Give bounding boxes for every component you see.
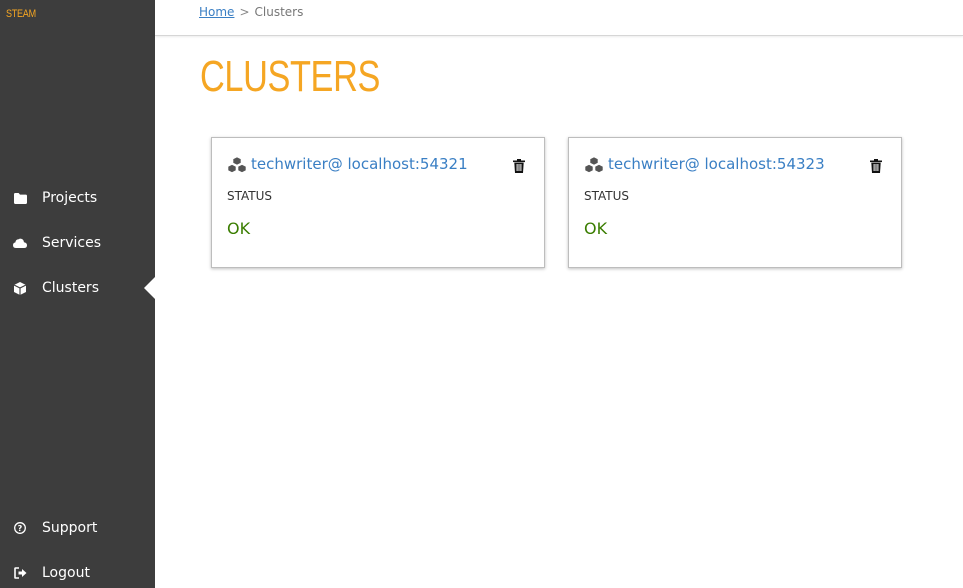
breadcrumb-separator: > [239,5,250,19]
cubes-icon [584,156,604,173]
trash-icon[interactable] [870,158,882,173]
cubes-icon [227,156,247,173]
sidebar-item-projects[interactable]: Projects [0,184,155,212]
question-circle-icon: ? [13,521,27,535]
sidebar-item-label: Projects [42,190,98,206]
app-logo[interactable]: STEAM [6,8,36,20]
breadcrumb: Home > Clusters [199,5,303,19]
cluster-card: techwriter@ localhost:54323 STATUS OK [568,137,902,268]
cluster-name-link[interactable]: techwriter@ localhost:54323 [608,155,825,173]
breadcrumb-home-link[interactable]: Home [199,5,234,19]
sidebar-item-label: Clusters [42,280,99,296]
folder-icon [13,191,27,205]
trash-icon[interactable] [513,158,525,173]
cluster-name-link[interactable]: techwriter@ localhost:54321 [251,155,468,173]
sidebar-item-services[interactable]: Services [0,229,155,257]
sidebar: STEAM Projects Services Clusters ? Suppo… [0,0,155,588]
sidebar-item-support[interactable]: ? Support [0,514,155,542]
svg-text:?: ? [18,524,23,533]
status-label: STATUS [227,189,273,203]
sidebar-item-logout[interactable]: Logout [0,559,155,587]
cluster-card: techwriter@ localhost:54321 STATUS OK [211,137,545,268]
top-bar: Home > Clusters [155,0,963,36]
cloud-icon [13,236,27,250]
breadcrumb-current: Clusters [254,5,304,19]
page-title: CLUSTERS [200,52,380,101]
status-label: STATUS [584,189,630,203]
cube-icon [13,281,27,295]
active-nav-indicator [144,277,155,299]
sidebar-item-clusters[interactable]: Clusters [0,274,155,302]
sign-out-icon [13,566,27,580]
status-value: OK [584,219,608,238]
status-value: OK [227,219,251,238]
app-root: STEAM Projects Services Clusters ? Suppo… [0,0,963,588]
sidebar-item-label: Services [42,235,102,251]
sidebar-item-label: Support [42,520,98,536]
sidebar-item-label: Logout [42,565,90,581]
